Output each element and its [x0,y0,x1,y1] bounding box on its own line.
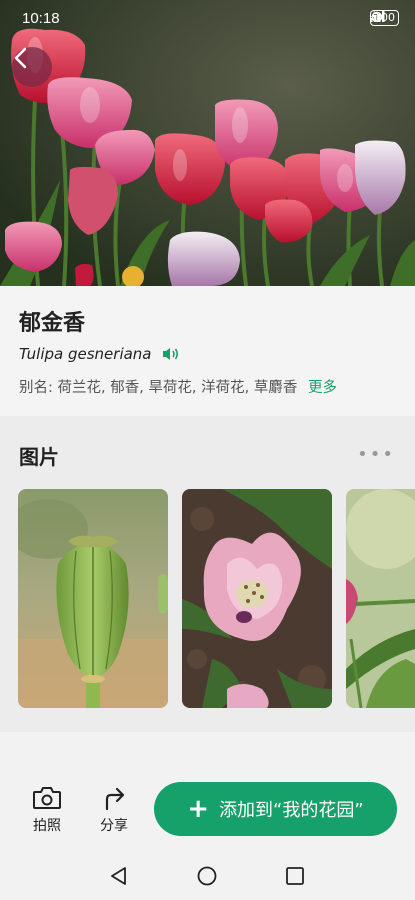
photo-label: 拍照 [33,818,61,834]
status-bar: 10:18 100 [0,0,415,36]
latin-name: Tulipa gesneriana [19,345,152,363]
picture-thumb-seed-pod[interactable] [18,489,168,708]
charging-icon [371,10,377,22]
pictures-title: 图片 [19,445,59,469]
status-time: 10:18 [22,10,60,27]
bottom-action-bar: 拍照 分享 + 添加到“我的花园” [0,732,415,842]
share-icon [105,787,125,811]
hero-photo: 10:18 100 [0,0,415,286]
partial-tulip-image [346,489,415,708]
add-to-garden-label: 添加到“我的花园” [219,800,364,821]
system-nav-bar [0,845,415,900]
square-recent-icon[interactable] [285,865,305,887]
add-to-garden-button[interactable]: + 添加到“我的花园” [154,782,397,836]
pink-tulip-image [182,489,332,708]
picture-thumb-partial[interactable] [346,489,415,708]
picture-thumb-pink-tulip[interactable] [182,489,332,708]
circle-home-icon[interactable] [196,865,218,887]
back-button[interactable] [12,47,52,87]
latin-name-row: Tulipa gesneriana [19,345,180,363]
plant-info: 郁金香 Tulipa gesneriana 别名: 荷兰花, 郁香, 旱荷花, … [0,286,415,416]
speaker-icon[interactable] [162,346,180,362]
alias-list: 荷兰花, 郁香, 旱荷花, 洋荷花, 草麝香 [57,380,298,396]
seed-pod-image [18,489,168,708]
plus-icon: + [187,794,210,824]
back-arrow-icon [14,47,27,69]
alias-label: 别名: [19,380,53,396]
plant-name: 郁金香 [19,311,86,336]
camera-icon [33,787,61,809]
pictures-more-button[interactable]: ••• [357,444,395,465]
alias-row: 别名: 荷兰花, 郁香, 旱荷花, 洋荷花, 草麝香 更多 [19,376,337,397]
pictures-section: 图片 ••• [0,416,415,732]
tulip-photo [0,0,415,286]
triangle-back-icon[interactable] [108,865,130,887]
photo-button[interactable]: 拍照 [22,784,72,835]
share-label: 分享 [100,818,128,834]
alias-more-link[interactable]: 更多 [308,380,337,396]
status-icons: 100 [370,10,399,26]
share-button[interactable]: 分享 [89,784,139,835]
